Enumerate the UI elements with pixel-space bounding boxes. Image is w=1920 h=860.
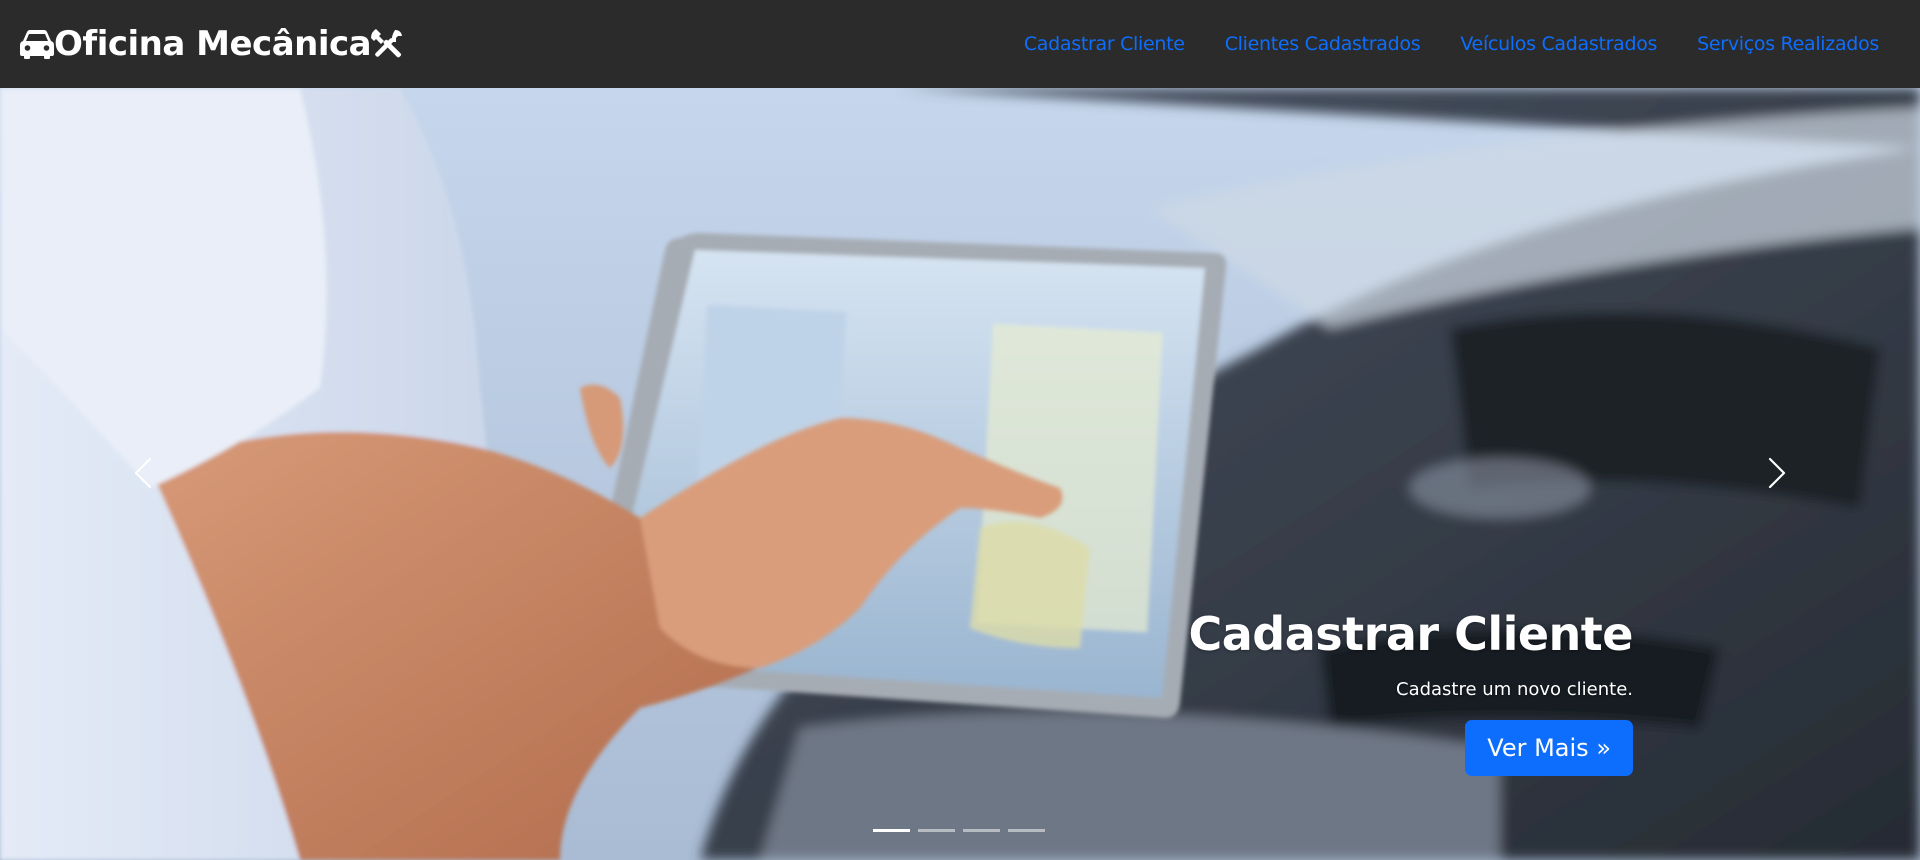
chevron-left-icon	[134, 457, 152, 489]
nav-link-clientes-cadastrados[interactable]: Clientes Cadastrados	[1225, 33, 1421, 55]
carousel-indicator[interactable]	[963, 829, 1000, 832]
carousel-indicators	[873, 829, 1053, 832]
carousel-indicator[interactable]	[918, 829, 955, 832]
nav-link-cadastrar-cliente[interactable]: Cadastrar Cliente	[1024, 33, 1185, 55]
navbar: Oficina Mecânica Cadastrar Cliente Clien…	[0, 0, 1920, 88]
car-icon	[20, 30, 54, 59]
brand-link[interactable]: Oficina Mecânica	[20, 24, 403, 64]
carousel-indicator[interactable]	[873, 829, 910, 832]
slide-text: Cadastre um novo cliente.	[1396, 679, 1633, 700]
carousel-indicator[interactable]	[1008, 829, 1045, 832]
carousel-caption: Cadastrar Cliente Cadastre um novo clien…	[1188, 607, 1634, 776]
nav-links: Cadastrar Cliente Clientes Cadastrados V…	[984, 33, 1900, 55]
carousel-next-button[interactable]	[1756, 453, 1796, 493]
chevron-right-icon	[1768, 457, 1786, 489]
nav-link-servicos-realizados[interactable]: Serviços Realizados	[1697, 33, 1879, 55]
hero-carousel: Cadastrar Cliente Cadastre um novo clien…	[0, 88, 1920, 860]
carousel-prev-button[interactable]	[124, 453, 164, 493]
brand-name: Oficina Mecânica	[54, 24, 372, 64]
slide-title: Cadastrar Cliente	[1188, 607, 1634, 661]
ver-mais-button[interactable]: Ver Mais »	[1465, 720, 1633, 776]
tools-icon	[371, 29, 403, 58]
nav-link-veiculos-cadastrados[interactable]: Veículos Cadastrados	[1460, 33, 1657, 55]
